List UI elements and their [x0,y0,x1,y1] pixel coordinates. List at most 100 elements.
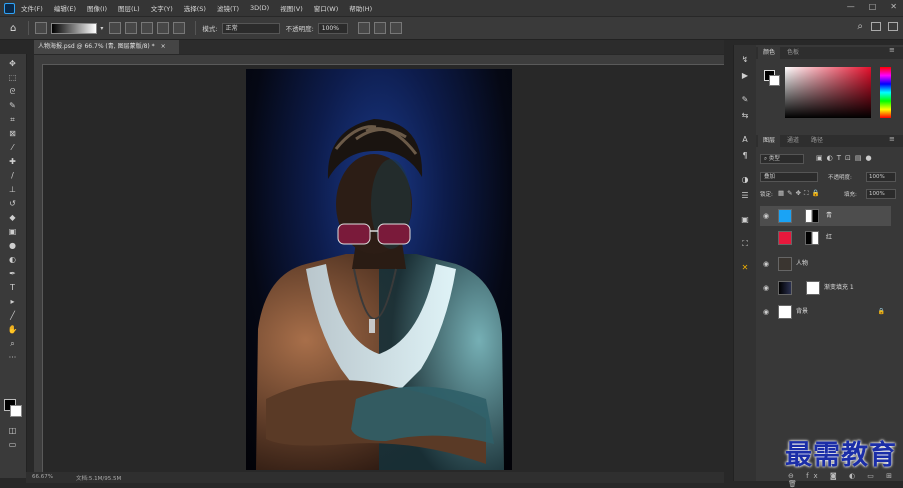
layer-name[interactable]: 渐变填充 1 [824,278,854,298]
document-tab[interactable]: 人物海报.psd @ 66.7% (青, 图层蒙版/8) * × [34,40,179,54]
menu-window[interactable]: 窗口(W) [314,3,339,13]
more-tools-icon[interactable]: ··· [7,353,18,362]
layer-row[interactable]: ◉ 人物 [760,254,891,274]
lasso-tool-icon[interactable]: ᘓ [7,87,18,96]
maximize-button[interactable]: □ [869,2,877,11]
eraser-tool-icon[interactable]: ◆ [7,213,18,222]
tab-channels[interactable]: 通道 [782,135,804,147]
blur-tool-icon[interactable]: ● [7,241,18,250]
layer-filter-icons[interactable]: ▣◐T⊡▤● [816,154,876,162]
dodge-tool-icon[interactable]: ◐ [7,255,18,264]
minimize-button[interactable]: — [847,2,855,11]
menu-view[interactable]: 视图(V) [280,3,303,13]
gradient-swatch[interactable] [51,22,98,34]
layer-row[interactable]: ◉ 青 [760,206,891,226]
tab-paths[interactable]: 路径 [806,135,828,147]
quick-mask-icon[interactable]: ◫ [7,426,18,435]
status-zoom[interactable]: 66.67% [32,474,53,480]
healing-brush-tool-icon[interactable]: ✚ [7,157,18,166]
menu-filter[interactable]: 滤镜(T) [217,3,239,13]
move-tool-icon[interactable]: ✥ [7,59,18,68]
tab-color[interactable]: 颜色 [758,47,781,59]
history-panel-icon[interactable]: ↯ [740,55,750,65]
menu-3d[interactable]: 3D(D) [250,4,269,12]
fill-input[interactable]: 100% [866,189,896,199]
panel-menu-icon[interactable]: ≡ [889,46,895,54]
gradient-tool-icon[interactable]: ▣ [7,227,18,236]
layer-name[interactable]: 背景 [796,302,808,322]
poster-image[interactable] [246,69,512,470]
history-brush-tool-icon[interactable]: ↺ [7,199,18,208]
radial-gradient-button[interactable] [125,22,138,34]
dither-checkbox[interactable] [373,22,386,34]
hue-slider[interactable] [880,67,891,118]
zoom-tool-icon[interactable]: ⌕ [7,339,18,348]
pen-tool-icon[interactable]: ✒ [7,269,18,278]
color-bg-swatch[interactable] [769,75,780,86]
tab-layers[interactable]: 图层 [758,135,781,147]
layer-opacity-input[interactable]: 100% [866,172,896,182]
menu-layer[interactable]: 图层(L) [118,3,140,13]
layers-menu-icon[interactable]: ≡ [889,135,895,143]
home-icon[interactable]: ⌂ [10,23,16,34]
eye-icon[interactable]: ◉ [763,212,769,220]
layer-row[interactable]: ◉ 背景 🔒 [760,302,891,322]
brush-tool-icon[interactable]: / [7,171,18,180]
brush-settings-icon[interactable]: ✎ [740,95,750,105]
layer-row[interactable]: ◉ 渐变填充 1 [760,278,891,298]
tools-cross-icon[interactable]: ✕ [740,263,750,273]
actions-panel-icon[interactable]: ▶ [740,71,750,81]
hand-tool-icon[interactable]: ✋ [7,325,18,334]
chevron-down-icon[interactable]: ▾ [100,25,103,32]
linear-gradient-button[interactable] [109,22,122,34]
share-icon[interactable] [888,22,898,31]
marquee-tool-icon[interactable]: ⬚ [7,73,18,82]
layer-name[interactable]: 红 [826,228,832,248]
type-tool-icon[interactable]: T [7,283,18,292]
swatches-panel-icon[interactable]: ⇆ [740,111,750,121]
menu-type[interactable]: 文字(Y) [151,3,173,13]
path-select-tool-icon[interactable]: ▸ [7,297,18,306]
opacity-input[interactable]: 100% [317,22,348,34]
layer-mask-thumbnail[interactable] [805,231,819,245]
layer-name[interactable]: 人物 [796,254,808,274]
crop-tool-icon[interactable]: ⌗ [7,115,18,124]
frame-tool-icon[interactable]: ⊠ [7,129,18,138]
properties-panel-icon[interactable]: ☰ [740,191,750,201]
blend-mode-select[interactable]: 叠加 [760,172,818,182]
libraries-panel-icon[interactable]: ▣ [740,215,750,225]
layer-mask-thumbnail[interactable] [805,209,819,223]
angle-gradient-button[interactable] [141,22,154,34]
eye-icon[interactable]: ◉ [763,284,769,292]
vertical-ruler[interactable] [34,64,43,472]
eyedropper-tool-icon[interactable]: ⁄ [7,143,18,152]
paragraph-panel-icon[interactable]: ¶ [740,151,750,161]
clone-stamp-tool-icon[interactable]: ⊥ [7,185,18,194]
eye-icon[interactable]: ◉ [763,308,769,316]
layer-actions-bar[interactable]: ⊖ fx ◙ ◐ ▭ ⊞ 🗑 [788,472,903,488]
eye-icon[interactable]: ◉ [763,260,769,268]
reverse-checkbox[interactable] [357,22,370,34]
screen-mode-icon[interactable]: ▭ [7,440,18,449]
transform-panel-icon[interactable]: ⛶ [740,239,750,249]
lock-icons[interactable]: ▦✎✥⛶🔒 [778,189,823,198]
menu-help[interactable]: 帮助(H) [349,3,372,13]
layer-mask-thumbnail[interactable] [806,281,820,295]
layer-row[interactable]: 红 [760,228,891,248]
transparency-checkbox[interactable] [389,22,402,34]
background-color-swatch[interactable] [10,405,22,417]
color-spectrum-field[interactable] [785,67,871,118]
menu-edit[interactable]: 编辑(E) [54,3,76,13]
layer-filter-select[interactable]: ⌕ 类型 [760,154,804,164]
workspace-icon[interactable] [871,22,881,31]
search-icon[interactable]: ⌕ [857,21,863,32]
mode-select[interactable]: 正常 [221,22,280,34]
horizontal-ruler[interactable] [34,55,724,65]
character-panel-icon[interactable]: A [740,135,750,145]
close-tab-button[interactable]: × [161,43,166,50]
close-window-button[interactable]: ✕ [890,2,897,11]
diamond-gradient-button[interactable] [173,22,186,34]
reflected-gradient-button[interactable] [157,22,170,34]
layer-name[interactable]: 青 [826,206,832,226]
line-tool-icon[interactable]: ╱ [7,311,18,320]
